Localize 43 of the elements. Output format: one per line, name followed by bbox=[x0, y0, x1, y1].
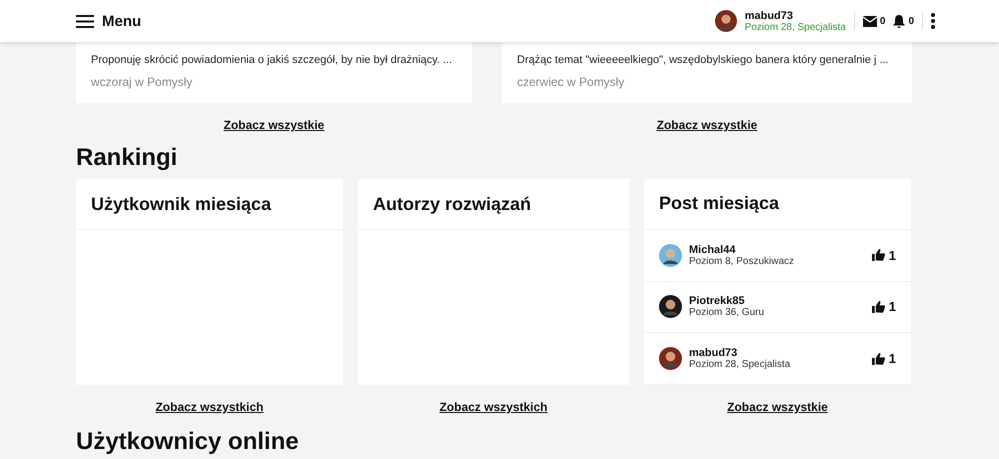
avatar-icon bbox=[659, 347, 682, 370]
post-row[interactable]: Michal44 Poziom 8, Poszukiwacz 1 bbox=[644, 230, 911, 282]
user-name[interactable]: Piotrekk85 bbox=[689, 295, 764, 308]
see-all-link[interactable]: Zobacz wszystkie bbox=[656, 118, 758, 132]
user-rank: Poziom 8, Poszukiwacz bbox=[689, 256, 794, 267]
envelope-icon bbox=[862, 16, 877, 26]
like-count[interactable]: 1 bbox=[872, 299, 896, 314]
user-name[interactable]: mabud73 bbox=[744, 10, 846, 22]
thumbs-up-icon bbox=[872, 249, 885, 262]
thumbs-up-icon bbox=[872, 300, 885, 313]
panel-title: Post miesiąca bbox=[644, 179, 911, 230]
bell-icon bbox=[893, 14, 906, 28]
avatar-icon bbox=[659, 244, 682, 267]
more-icon bbox=[931, 13, 935, 29]
messages-button[interactable]: 0 bbox=[862, 16, 886, 26]
panel-title: Użytkownik miesiąca bbox=[76, 179, 343, 230]
see-all-link[interactable]: Zobacz wszystkie bbox=[727, 400, 828, 414]
menu-icon bbox=[76, 14, 94, 28]
user-rank: Poziom 36, Guru bbox=[689, 307, 764, 318]
menu-button[interactable]: Menu bbox=[76, 12, 142, 30]
like-count[interactable]: 1 bbox=[872, 248, 896, 263]
post-row[interactable]: mabud73 Poziom 28, Specjalista 1 bbox=[644, 333, 911, 385]
avatar-icon bbox=[714, 10, 737, 32]
user-rank: Poziom 28, Specjalista bbox=[689, 359, 790, 370]
see-all-link[interactable]: Zobacz wszystkich bbox=[439, 400, 548, 414]
user-name[interactable]: mabud73 bbox=[689, 347, 790, 360]
user-rank: Poziom 28, Specjalista bbox=[744, 22, 846, 32]
panel-title: Autorzy rozwiązań bbox=[358, 179, 629, 230]
post-row[interactable]: Piotrekk85 Poziom 36, Guru 1 bbox=[644, 282, 911, 334]
thumbs-up-icon bbox=[872, 352, 885, 365]
idea-meta: wczoraj w Pomysły bbox=[91, 75, 194, 89]
like-count[interactable]: 1 bbox=[872, 351, 896, 366]
idea-excerpt: Proponuję skrócić powiadomienia o jakiś szczegół, by nie był drażniący. ... bbox=[91, 53, 454, 67]
avatar-icon bbox=[659, 295, 682, 318]
see-all-link[interactable]: Zobacz wszystkich bbox=[155, 400, 264, 414]
see-all-link[interactable]: Zobacz wszystkie bbox=[224, 118, 324, 132]
idea-excerpt: Drążąc temat "wieeeeelkiego", wszędobylskiego banera który generalnie j ... bbox=[517, 53, 890, 67]
user-name[interactable]: Michal44 bbox=[689, 244, 794, 256]
notifications-button[interactable]: 0 bbox=[893, 14, 914, 28]
section-heading: Rankingi bbox=[76, 143, 178, 173]
section-heading: Użytkownicy online bbox=[76, 427, 300, 456]
more-options-button[interactable] bbox=[931, 13, 935, 29]
idea-meta: czerwiec w Pomysły bbox=[517, 75, 626, 89]
